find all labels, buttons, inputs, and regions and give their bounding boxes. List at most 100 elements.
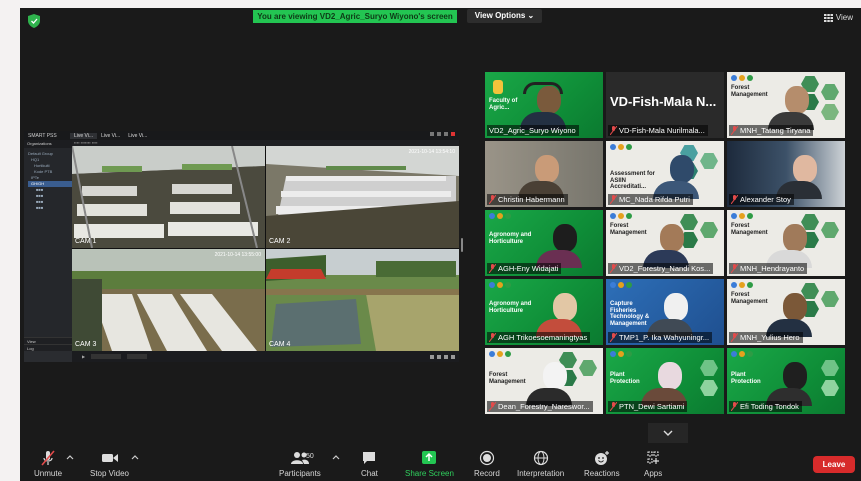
unmute-button[interactable]: Unmute bbox=[34, 450, 62, 478]
leave-button[interactable]: Leave bbox=[813, 456, 855, 473]
name-label: Dean_Forestry_Nareswor... bbox=[498, 402, 590, 411]
name-label: Efi Toding Tondok bbox=[740, 402, 799, 411]
organizations-header: Organizations bbox=[24, 140, 72, 148]
slide-title: Faculty of Agric... bbox=[489, 98, 518, 111]
participant-name-tag: VD2_Agric_Suryo Wiyono bbox=[487, 125, 579, 136]
participants-count: 50 bbox=[306, 453, 314, 460]
video-tile[interactable]: Agronomy and Horticulture AGH Trikoesoem… bbox=[485, 279, 603, 345]
record-button[interactable]: Record bbox=[474, 450, 500, 478]
participant-name-tag: MNH_Yulius Hero bbox=[729, 332, 803, 343]
participant-video bbox=[766, 362, 812, 406]
muted-mic-icon bbox=[731, 195, 738, 204]
name-label: Alexander Stoy bbox=[740, 195, 791, 204]
logos bbox=[731, 75, 753, 81]
camera-feed-4: CAM 4 bbox=[266, 249, 459, 351]
participants-caret-icon[interactable] bbox=[332, 454, 340, 460]
camera-grid: CAM 1 2021-10-14 13:54:10 CAM 2 2021-10-… bbox=[72, 146, 459, 351]
video-tile[interactable]: Assessment for ASIIN Accreditati... MC_N… bbox=[606, 141, 724, 207]
shared-app-titlebar: SMART PSS Live Vi... Live Vi... Live Vi.… bbox=[24, 131, 459, 140]
participants-button[interactable]: 50 Participants bbox=[279, 450, 321, 478]
greenhouse-image bbox=[266, 146, 459, 248]
view-layout-button[interactable]: View bbox=[823, 13, 853, 22]
shared-app-brand: SMART PSS bbox=[28, 132, 57, 139]
participant-video bbox=[647, 293, 693, 337]
interpretation-button[interactable]: Interpretation bbox=[517, 450, 564, 478]
video-tile[interactable]: Capture Fisheries Technology & Managemen… bbox=[606, 279, 724, 345]
field-image bbox=[72, 249, 265, 351]
record-icon bbox=[479, 450, 494, 466]
stop-video-label: Stop Video bbox=[90, 469, 129, 478]
zoom-window: You are viewing VD2_Agric_Suryo Wiyono's… bbox=[20, 8, 861, 481]
participant-video bbox=[526, 362, 572, 406]
muted-mic-icon bbox=[489, 195, 496, 204]
video-options-caret-icon[interactable] bbox=[131, 454, 139, 460]
shared-app-footer: ▶ bbox=[72, 351, 459, 362]
muted-mic-icon bbox=[610, 195, 617, 204]
logos bbox=[489, 213, 511, 219]
video-tile[interactable]: Forest Management MNH_Hendrayanto bbox=[727, 210, 845, 276]
participant-name-tag: MNH_Tatang Tiryana bbox=[729, 125, 814, 136]
participant-video bbox=[768, 86, 814, 130]
participant-video bbox=[643, 224, 689, 268]
share-screen-label: Share Screen bbox=[405, 469, 454, 478]
participants-label: Participants bbox=[279, 469, 321, 478]
shared-app-sidebar: Organizations Default Group HQ1 Hortikul… bbox=[24, 140, 72, 351]
slide-title: Forest Management bbox=[731, 85, 768, 98]
reactions-button[interactable]: Reactions bbox=[584, 450, 620, 478]
slide-title: Plant Protection bbox=[731, 372, 761, 385]
video-tile[interactable]: Plant Protection PTN_Dewi Sartiami bbox=[606, 348, 724, 414]
logos bbox=[610, 144, 632, 150]
video-tile[interactable]: Agronomy and Horticulture AGH-Eny Widaja… bbox=[485, 210, 603, 276]
slide-title: Agronomy and Horticulture bbox=[489, 232, 532, 245]
audio-options-caret-icon[interactable] bbox=[66, 454, 74, 460]
apps-button[interactable]: Apps bbox=[644, 450, 662, 478]
video-tile[interactable]: VD-Fish-Mala N... VD-Fish-Mala Nurilmala… bbox=[606, 72, 724, 138]
name-label: AGH-Eny Widajati bbox=[498, 264, 559, 273]
name-label: TMP1_P. Ika Wahyuningr... bbox=[619, 333, 710, 342]
share-screen-button[interactable]: Share Screen bbox=[405, 450, 454, 478]
video-tile[interactable]: Forest Management VD2_Forestry_Nandi Kos… bbox=[606, 210, 724, 276]
video-tile[interactable]: Forest Management MNH_Yulius Hero bbox=[727, 279, 845, 345]
raised-hand-icon bbox=[493, 80, 503, 94]
shared-tab-2: Live Vi... bbox=[101, 132, 121, 139]
participant-name-tag: MC_Nada Rifda Putri bbox=[608, 194, 693, 205]
view-options-button[interactable]: View Options ⌄ bbox=[467, 9, 542, 23]
video-tile[interactable]: Plant Protection Efi Toding Tondok bbox=[727, 348, 845, 414]
participant-name-tag: Efi Toding Tondok bbox=[729, 401, 802, 412]
headset-icon bbox=[523, 82, 563, 94]
video-tile[interactable]: Christin Habermann bbox=[485, 141, 603, 207]
participant-video bbox=[776, 155, 822, 199]
logos bbox=[489, 282, 511, 288]
apps-icon bbox=[647, 451, 660, 464]
gallery-next-page-button[interactable] bbox=[648, 423, 688, 443]
panel-bottom: View Log bbox=[24, 337, 72, 351]
slide-title: Forest Management bbox=[731, 223, 768, 236]
grid-view-icon bbox=[823, 13, 833, 22]
participant-video bbox=[641, 362, 687, 406]
shared-screen[interactable]: SMART PSS Live Vi... Live Vi... Live Vi.… bbox=[24, 131, 459, 362]
splitter-handle[interactable] bbox=[461, 238, 463, 252]
logos bbox=[489, 351, 511, 357]
video-tile[interactable]: Alexander Stoy bbox=[727, 141, 845, 207]
camera-feed-1: CAM 1 bbox=[72, 146, 265, 248]
video-tile[interactable]: Forest Management Dean_Forestry_Nareswor… bbox=[485, 348, 603, 414]
muted-microphone-icon bbox=[41, 450, 55, 466]
interpretation-label: Interpretation bbox=[517, 469, 565, 478]
slide-title: Agronomy and Horticulture bbox=[489, 301, 532, 314]
device-tree: Default Group HQ1 Hortikulti Kode PTB IP… bbox=[24, 148, 72, 211]
logos bbox=[610, 282, 632, 288]
camera-label: CAM 2 bbox=[269, 238, 291, 245]
participant-name-tag: AGH Trikoesoemaningtyas bbox=[487, 332, 591, 343]
participant-name-tag: Alexander Stoy bbox=[729, 194, 794, 205]
participant-video bbox=[766, 224, 812, 268]
stop-video-button[interactable]: Stop Video bbox=[90, 450, 129, 478]
muted-mic-icon bbox=[610, 402, 617, 411]
video-tile[interactable]: Forest Management MNH_Tatang Tiryana bbox=[727, 72, 845, 138]
security-shield-icon[interactable] bbox=[28, 14, 40, 28]
chat-bubble-icon bbox=[363, 452, 376, 464]
video-tile-active-speaker[interactable]: Faculty of Agric... VD2_Agric_Suryo Wiyo… bbox=[485, 72, 603, 138]
muted-mic-icon bbox=[489, 333, 496, 342]
logos bbox=[610, 213, 632, 219]
meeting-toolbar: Unmute Stop Video 50 Participants Chat S… bbox=[20, 446, 861, 481]
chat-button[interactable]: Chat bbox=[361, 450, 378, 478]
